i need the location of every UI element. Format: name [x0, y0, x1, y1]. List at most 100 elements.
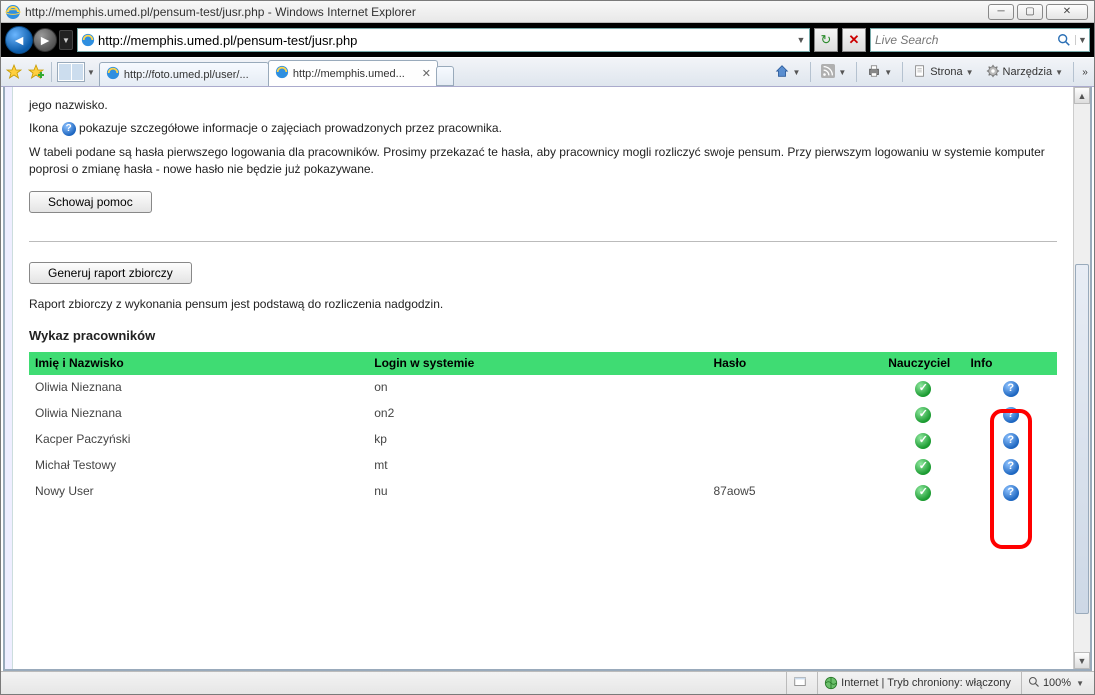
table-row: Kacper Paczyńskikp✓? [29, 427, 1057, 453]
minimize-button[interactable]: ─ [988, 4, 1014, 20]
cell-name: Oliwia Nieznana [29, 375, 368, 401]
scroll-thumb[interactable] [1075, 264, 1089, 614]
cell-password [707, 453, 882, 479]
table-header-row: Imię i Nazwisko Login w systemie Hasło N… [29, 352, 1057, 375]
tab-memphis[interactable]: http://memphis.umed... ✕ [268, 60, 438, 86]
status-security-zone[interactable]: Internet | Tryb chroniony: włączony [817, 672, 1017, 694]
separator [902, 62, 903, 82]
rss-icon [821, 64, 835, 81]
scroll-track[interactable] [1074, 104, 1090, 652]
refresh-button[interactable]: ↻ [814, 28, 838, 52]
row-info-icon[interactable]: ? [1003, 433, 1019, 449]
cell-info: ? [964, 401, 1057, 427]
stop-button[interactable]: ✕ [842, 28, 866, 52]
page-icon [913, 64, 927, 81]
zoom-value: 100% [1043, 677, 1071, 689]
section-divider [29, 241, 1057, 242]
check-icon: ✓ [915, 485, 931, 501]
check-icon: ✓ [915, 433, 931, 449]
cell-teacher: ✓ [882, 479, 964, 505]
page-favicon-icon [78, 33, 98, 47]
address-bar[interactable]: ▼ [77, 28, 810, 52]
search-provider-dropdown[interactable]: ▼ [1075, 35, 1089, 45]
cell-info: ? [964, 453, 1057, 479]
home-button[interactable]: ▼ [770, 61, 805, 83]
nav-history-dropdown[interactable]: ▼ [59, 30, 73, 50]
quick-tabs-button[interactable] [57, 62, 85, 82]
search-input[interactable] [871, 33, 1053, 47]
favorites-star-icon[interactable] [4, 62, 24, 82]
cell-login: nu [368, 479, 707, 505]
col-name: Imię i Nazwisko [29, 352, 368, 375]
page-menu[interactable]: Strona▼ [908, 61, 978, 83]
cell-login: on [368, 375, 707, 401]
cell-info: ? [964, 427, 1057, 453]
page-menu-label: Strona [930, 66, 962, 78]
table-row: Nowy Usernu87aow5 ✓? [29, 479, 1057, 505]
hide-help-button[interactable]: Schowaj pomoc [29, 191, 152, 213]
ie-window: http://memphis.umed.pl/pensum-test/jusr.… [0, 0, 1095, 695]
address-input[interactable] [98, 33, 793, 48]
security-zone-text: Internet | Tryb chroniony: włączony [841, 677, 1011, 689]
tab-label: http://memphis.umed... [293, 68, 418, 80]
left-gutter [5, 87, 13, 669]
vertical-scrollbar[interactable]: ▲ ▼ [1073, 87, 1090, 669]
separator [51, 62, 52, 82]
print-button[interactable]: ▼ [862, 61, 897, 83]
ie-logo-icon [5, 4, 21, 20]
help-fragment-line: jego nazwisko. [29, 97, 1057, 114]
employees-table: Imię i Nazwisko Login w systemie Hasło N… [29, 352, 1057, 505]
cell-password [707, 375, 882, 401]
zoom-control[interactable]: 100% ▼ [1021, 672, 1090, 694]
feeds-button[interactable]: ▼ [816, 61, 851, 83]
cell-name: Oliwia Nieznana [29, 401, 368, 427]
help-passwords-paragraph: W tabeli podane są hasła pierwszego logo… [29, 144, 1057, 179]
cell-info: ? [964, 479, 1057, 505]
close-button[interactable]: ✕ [1046, 4, 1088, 20]
tab-close-icon[interactable]: ✕ [422, 67, 431, 80]
cell-teacher: ✓ [882, 401, 964, 427]
home-icon [775, 64, 789, 81]
cell-info: ? [964, 375, 1057, 401]
zoom-dropdown[interactable]: ▼ [1076, 679, 1084, 688]
table-row: Oliwia Nieznanaon2✓? [29, 401, 1057, 427]
search-icon[interactable] [1053, 33, 1075, 47]
maximize-button[interactable]: ▢ [1017, 4, 1043, 20]
generate-report-button[interactable]: Generuj raport zbiorczy [29, 262, 192, 284]
new-tab-button[interactable] [436, 66, 454, 86]
cell-name: Michał Testowy [29, 453, 368, 479]
tab-foto[interactable]: http://foto.umed.pl/user/... [99, 62, 269, 86]
search-box[interactable]: ▼ [870, 28, 1090, 52]
separator [856, 62, 857, 82]
printer-icon [867, 64, 881, 81]
tab-strip: http://foto.umed.pl/user/... http://memp… [99, 58, 454, 86]
row-info-icon[interactable]: ? [1003, 485, 1019, 501]
titlebar: http://memphis.umed.pl/pensum-test/jusr.… [1, 1, 1094, 23]
tab-label: http://foto.umed.pl/user/... [124, 69, 262, 81]
check-icon: ✓ [915, 407, 931, 423]
cell-password: 87aow5 [707, 479, 882, 505]
add-favorite-icon[interactable] [26, 62, 46, 82]
status-bar: Internet | Tryb chroniony: włączony 100%… [1, 671, 1094, 694]
table-row: Michał Testowymt✓? [29, 453, 1057, 479]
cell-name: Nowy User [29, 479, 368, 505]
quick-tabs-dropdown[interactable]: ▼ [87, 68, 95, 77]
address-dropdown[interactable]: ▼ [793, 35, 809, 45]
row-info-icon[interactable]: ? [1003, 459, 1019, 475]
window-controls: ─ ▢ ✕ [988, 4, 1088, 20]
scroll-down-button[interactable]: ▼ [1074, 652, 1090, 669]
command-bar: ▼ ▼ ▼ Strona▼ Narzędzia▼ » [770, 61, 1091, 83]
toolbar-overflow[interactable]: » [1079, 61, 1091, 83]
status-popup-blocked[interactable] [786, 672, 813, 694]
table-row: Oliwia Nieznanaon ✓? [29, 375, 1057, 401]
tools-menu[interactable]: Narzędzia▼ [981, 61, 1068, 83]
back-button[interactable]: ◄ [5, 26, 33, 54]
row-info-icon[interactable]: ? [1003, 407, 1019, 423]
row-info-icon[interactable]: ? [1003, 381, 1019, 397]
scroll-up-button[interactable]: ▲ [1074, 87, 1090, 104]
forward-button[interactable]: ► [33, 28, 57, 52]
check-icon: ✓ [915, 459, 931, 475]
cell-password [707, 401, 882, 427]
check-icon: ✓ [915, 381, 931, 397]
help-icon-sentence: Ikona ? pokazuje szczegółowe informacje … [29, 120, 1057, 137]
